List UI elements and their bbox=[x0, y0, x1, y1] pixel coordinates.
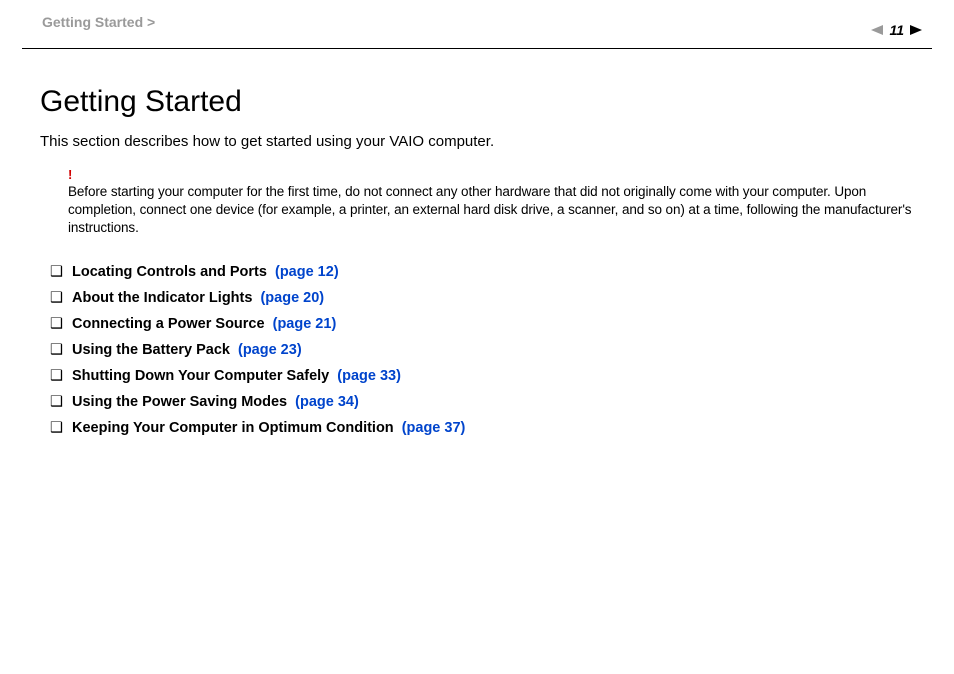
toc-item: ❑ Locating Controls and Ports (page 12) bbox=[50, 264, 914, 280]
page-content: Getting Started This section describes h… bbox=[0, 49, 954, 436]
toc-label: About the Indicator Lights bbox=[72, 290, 252, 306]
toc-page-link[interactable]: (page 34) bbox=[295, 394, 359, 410]
bullet-icon: ❑ bbox=[50, 264, 72, 280]
warning-icon: ! bbox=[68, 168, 914, 181]
toc-item: ❑ Keeping Your Computer in Optimum Condi… bbox=[50, 420, 914, 436]
toc-label: Using the Power Saving Modes bbox=[72, 394, 287, 410]
toc-item: ❑ Shutting Down Your Computer Safely (pa… bbox=[50, 368, 914, 384]
bullet-icon: ❑ bbox=[50, 394, 72, 410]
table-of-contents: ❑ Locating Controls and Ports (page 12) … bbox=[40, 264, 914, 436]
next-page-icon[interactable] bbox=[910, 25, 922, 35]
toc-page-link[interactable]: (page 21) bbox=[273, 316, 337, 332]
pager: 11 bbox=[871, 22, 922, 38]
bullet-icon: ❑ bbox=[50, 290, 72, 306]
toc-label: Connecting a Power Source bbox=[72, 316, 265, 332]
warning-block: ! Before starting your computer for the … bbox=[40, 168, 914, 238]
toc-item: ❑ About the Indicator Lights (page 20) bbox=[50, 290, 914, 306]
toc-label: Locating Controls and Ports bbox=[72, 264, 267, 280]
toc-item: ❑ Using the Power Saving Modes (page 34) bbox=[50, 394, 914, 410]
toc-page-link[interactable]: (page 23) bbox=[238, 342, 302, 358]
prev-page-icon[interactable] bbox=[871, 25, 883, 35]
bullet-icon: ❑ bbox=[50, 342, 72, 358]
bullet-icon: ❑ bbox=[50, 368, 72, 384]
page-number: 11 bbox=[889, 22, 904, 38]
breadcrumb: Getting Started > bbox=[42, 14, 155, 30]
toc-label: Keeping Your Computer in Optimum Conditi… bbox=[72, 420, 394, 436]
toc-page-link[interactable]: (page 37) bbox=[402, 420, 466, 436]
toc-page-link[interactable]: (page 20) bbox=[260, 290, 324, 306]
bullet-icon: ❑ bbox=[50, 420, 72, 436]
intro-text: This section describes how to get starte… bbox=[40, 133, 914, 150]
warning-text: Before starting your computer for the fi… bbox=[68, 183, 914, 238]
bullet-icon: ❑ bbox=[50, 316, 72, 332]
page-title: Getting Started bbox=[40, 85, 914, 119]
toc-label: Shutting Down Your Computer Safely bbox=[72, 368, 329, 384]
toc-page-link[interactable]: (page 12) bbox=[275, 264, 339, 280]
toc-label: Using the Battery Pack bbox=[72, 342, 230, 358]
toc-page-link[interactable]: (page 33) bbox=[337, 368, 401, 384]
toc-item: ❑ Connecting a Power Source (page 21) bbox=[50, 316, 914, 332]
toc-item: ❑ Using the Battery Pack (page 23) bbox=[50, 342, 914, 358]
